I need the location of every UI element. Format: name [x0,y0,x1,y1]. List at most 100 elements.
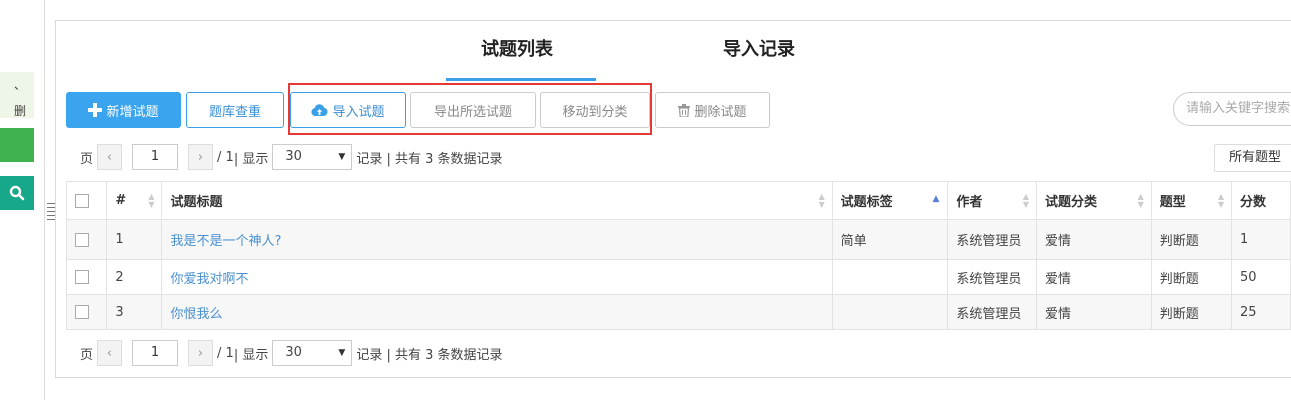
question-category: 爱情 [1035,259,1152,295]
pager-bottom: 页 ‹ 1 › / 1 | 显示 30 ▼ 记录 | 共有 3 条数据记录 [80,340,503,366]
question-type: 判断题 [1150,259,1233,295]
search-icon [9,185,25,201]
check-duplicate-button[interactable]: 题库查重 [186,92,284,128]
page-size-value: 30 [285,345,302,360]
page-number-input[interactable]: 1 [132,340,179,366]
column-header[interactable]: 试题分类 ▲ ▼ [1035,181,1152,220]
column-header-label: 试题分类 [1044,195,1097,210]
sort-icon: ▲ ▼ [818,192,825,209]
page-prefix: 页 [80,151,94,167]
sort-icon: ▲ ▼ [148,192,155,209]
question-title-cell: 我是不是一个神人? [161,219,833,260]
table-row[interactable]: 3 你恨我么 系统管理员 爱情 判断题 25 [65,294,1291,330]
column-header-label: 作者 [956,195,983,210]
pager-top: 页 ‹ 1 › / 1 | 显示 30 ▼ 记录 | 共有 3 条数据记录 [80,144,503,170]
page-size-select[interactable]: 30 ▼ [272,340,353,366]
tab-import-records[interactable]: 导入记录 [723,38,795,66]
sidebar-fragment-text: 、 删 [13,78,26,118]
question-type: 判断题 [1150,219,1233,260]
prev-page-button[interactable]: ‹ [97,144,123,170]
search-placeholder: 请输入关键字搜索试题 [1186,101,1291,116]
sidebar-delete-fragment[interactable]: 、 删 [0,72,34,118]
question-type-filter-value: 所有题型 [1229,150,1282,165]
questions-table: # ▲ ▼ 试题标题 ▲ ▼ 试题标签 ▲ 作者 ▲ ▼ 试题分类 ▲ ▼ 题型 ▲ ▼ 分数 1 我… [65,181,1291,330]
question-type: 判断题 [1150,294,1233,330]
show-label: | 显示 [233,151,269,167]
next-page-button[interactable]: › [188,144,214,170]
column-header[interactable]: 题型 ▲ ▼ [1150,181,1233,220]
tab-question-list-label: 试题列表 [481,39,553,60]
row-checkbox[interactable] [75,270,89,284]
row-checkbox[interactable] [75,305,89,319]
sort-ascending-icon: ▲ [932,194,940,204]
row-number: 2 [106,259,163,295]
add-question-label: 新增试题 [106,104,159,120]
caret-down-icon: ▼ [338,348,346,358]
question-type-filter[interactable]: 所有题型 [1214,144,1291,172]
row-select-cell [65,259,108,295]
column-header[interactable]: 试题标签 ▲ [831,181,949,220]
next-page-button[interactable]: › [188,340,214,366]
column-header-label: 分数 [1240,195,1267,210]
question-score: 1 [1231,219,1291,260]
table-row[interactable]: 1 我是不是一个神人? 简单 系统管理员 爱情 判断题 1 [65,219,1291,260]
add-question-button[interactable]: 新增试题 [66,92,181,128]
show-label: | 显示 [233,347,269,363]
active-tab-indicator [446,78,596,81]
select-all-cell [65,181,108,220]
tab-question-list[interactable]: 试题列表 [481,38,553,66]
question-tag: 简单 [831,219,949,260]
total-pages: / 1 [217,345,234,361]
question-category: 爱情 [1035,219,1152,260]
row-number: 3 [106,294,163,330]
question-score: 25 [1231,294,1291,330]
page-number-input[interactable]: 1 [132,144,179,170]
question-title-cell: 你恨我么 [161,294,833,330]
question-category: 爱情 [1035,294,1152,330]
page-size-select[interactable]: 30 ▼ [272,144,353,170]
sort-icon: ▲ ▼ [1022,192,1030,209]
prev-page-button[interactable]: ‹ [97,340,123,366]
tab-import-records-label: 导入记录 [723,39,795,60]
delete-questions-label: 删除试题 [694,104,747,120]
sidebar-green-button[interactable] [0,128,34,162]
question-title-link[interactable]: 你爱我对啊不 [170,272,248,287]
column-header[interactable]: 试题标题 ▲ ▼ [161,181,833,220]
records-summary: 记录 | 共有 3 条数据记录 [356,151,503,167]
column-header[interactable]: # ▲ ▼ [106,181,163,220]
sort-icon: ▲ ▼ [1217,192,1225,209]
records-summary: 记录 | 共有 3 条数据记录 [356,347,503,363]
row-checkbox[interactable] [75,232,89,247]
check-duplicate-label: 题库查重 [208,104,261,120]
page-size-value: 30 [285,149,302,164]
question-title-cell: 你爱我对啊不 [161,259,833,295]
row-select-cell [65,219,108,260]
total-pages: / 1 [217,149,234,165]
question-author: 系统管理员 [947,219,1037,260]
question-score: 50 [1231,259,1291,295]
annotation-highlight-box [288,83,652,135]
column-header-label: # [115,193,127,208]
table-header-row: # ▲ ▼ 试题标题 ▲ ▼ 试题标签 ▲ 作者 ▲ ▼ 试题分类 ▲ ▼ 题型 ▲ ▼ 分数 [65,181,1291,220]
plus-icon [88,103,103,117]
question-author: 系统管理员 [947,294,1037,330]
column-header-label: 题型 [1159,195,1186,210]
sidebar-search-button[interactable] [0,176,34,210]
question-title-link[interactable]: 你恨我么 [170,307,222,322]
question-tag [831,259,949,295]
select-all-checkbox[interactable] [75,193,89,208]
question-title-link[interactable]: 我是不是一个神人? [170,234,281,249]
column-header[interactable]: 分数 [1231,181,1291,220]
trash-icon [678,103,691,117]
delete-questions-button[interactable]: 删除试题 [655,92,770,128]
sort-icon: ▲ ▼ [1137,192,1144,209]
search-input[interactable]: 请输入关键字搜索试题 [1173,92,1291,126]
question-tag [831,294,949,330]
column-header[interactable]: 作者 ▲ ▼ [947,181,1037,220]
column-header-label: 试题标题 [170,195,223,210]
row-select-cell [65,294,108,330]
table-row[interactable]: 2 你爱我对啊不 系统管理员 爱情 判断题 50 [65,259,1291,295]
row-number: 1 [106,219,163,260]
question-author: 系统管理员 [947,259,1037,295]
page-prefix: 页 [80,347,94,363]
